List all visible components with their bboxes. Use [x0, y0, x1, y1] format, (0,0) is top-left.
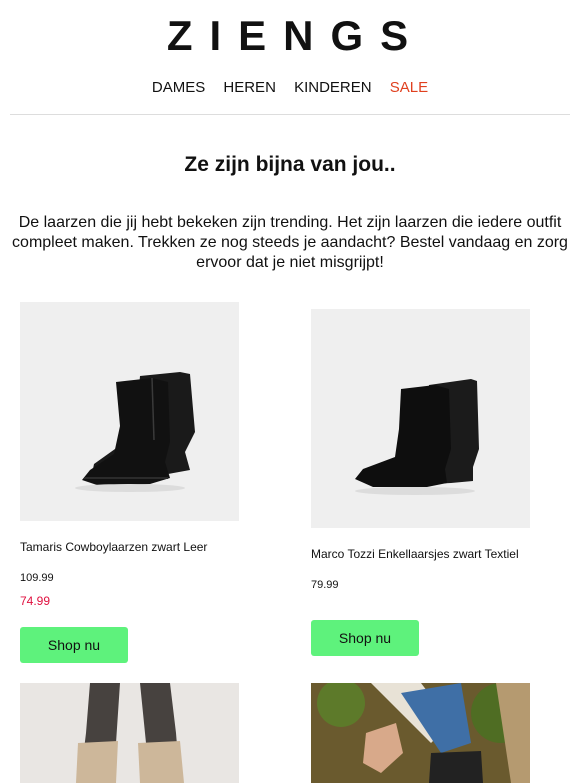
nav-dames[interactable]: DAMES	[152, 79, 205, 96]
product-name[interactable]: Tamaris Cowboylaarzen zwart Leer	[20, 540, 207, 554]
nav-kinderen[interactable]: KINDEREN	[294, 79, 372, 96]
lifestyle-image-legs[interactable]	[20, 683, 239, 783]
shop-now-button-1[interactable]: Shop nu	[20, 627, 128, 663]
product-sale-price: 74.99	[20, 594, 51, 608]
product-image-cowboy-boot[interactable]	[20, 302, 239, 521]
header-divider	[10, 114, 570, 115]
nav-heren[interactable]: HEREN	[223, 79, 276, 96]
intro-text: De laarzen die jij hebt bekeken zijn tre…	[12, 214, 568, 271]
brand-logo[interactable]: ZIENGS	[0, 12, 580, 60]
product-old-price: 109.99	[20, 572, 54, 584]
product-card-2: Marco Tozzi Enkellaarsjes zwart Textiel …	[311, 309, 530, 656]
headline: Ze zijn bijna van jou..	[184, 153, 396, 176]
product-image-ankle-boot[interactable]	[311, 309, 530, 528]
product-name[interactable]: Marco Tozzi Enkellaarsjes zwart Textiel	[311, 547, 519, 561]
shop-now-button-2[interactable]: Shop nu	[311, 620, 419, 656]
lifestyle-image-outdoor[interactable]	[311, 683, 530, 783]
product-price: 79.99	[311, 579, 339, 591]
product-card-1: Tamaris Cowboylaarzen zwart Leer 109.99 …	[20, 302, 239, 663]
main-nav: DAMES HEREN KINDEREN SALE	[0, 79, 580, 96]
nav-sale[interactable]: SALE	[390, 79, 428, 96]
